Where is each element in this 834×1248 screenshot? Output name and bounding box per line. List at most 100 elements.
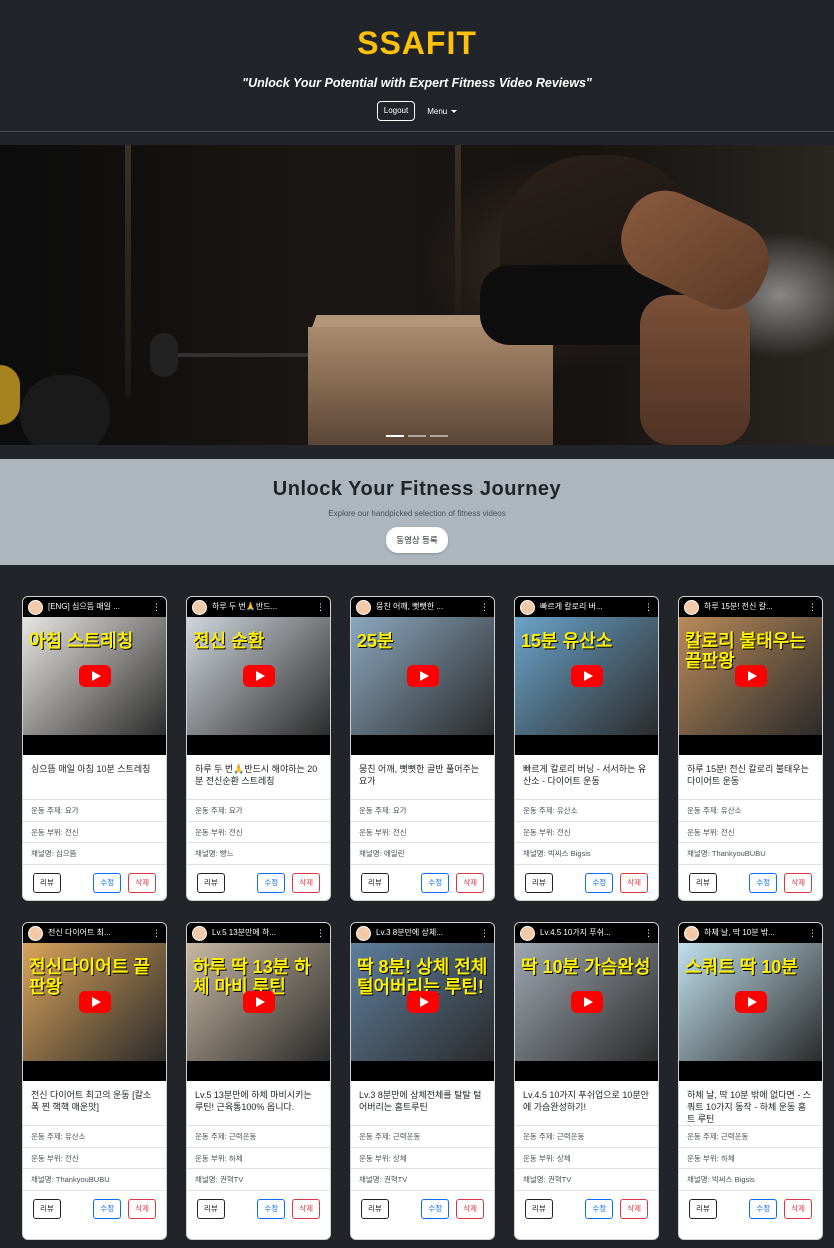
video-card: 하루 딱 13분 하체 마비 루틴 Lv.5 13분만에 하... ⋮ Lv.5… bbox=[186, 922, 331, 1240]
delete-button[interactable]: 삭제 bbox=[292, 872, 320, 893]
more-options-icon[interactable]: ⋮ bbox=[808, 928, 817, 938]
edit-button[interactable]: 수정 bbox=[93, 1198, 122, 1219]
carousel-indicator[interactable] bbox=[408, 435, 426, 437]
more-options-icon[interactable]: ⋮ bbox=[480, 602, 489, 612]
review-button[interactable]: 리뷰 bbox=[361, 872, 389, 893]
video-channel: 채널명: 심으뜸 bbox=[23, 842, 166, 864]
edit-button[interactable]: 수정 bbox=[749, 1198, 778, 1219]
more-options-icon[interactable]: ⋮ bbox=[644, 928, 653, 938]
channel-avatar[interactable] bbox=[520, 599, 535, 615]
video-embed-title[interactable]: Lv.5 13분만에 하... bbox=[212, 928, 311, 938]
video-card: 스쿼트 딱 10분 하체 날, 딱 10분 밖... ⋮ 하체 날, 딱 10분… bbox=[678, 922, 823, 1240]
review-button[interactable]: 리뷰 bbox=[689, 1198, 717, 1219]
video-title: Lv.3 8분만에 상체전체를 탈탈 털어버리는 홈트루틴 bbox=[359, 1090, 482, 1112]
video-embed[interactable]: 딱 8분! 상체 전체 털어버리는 루틴! Lv.3 8분만에 상체... ⋮ bbox=[351, 923, 494, 1081]
more-options-icon[interactable]: ⋮ bbox=[480, 928, 489, 938]
channel-avatar[interactable] bbox=[192, 925, 207, 941]
review-button[interactable]: 리뷰 bbox=[197, 872, 225, 893]
edit-button[interactable]: 수정 bbox=[749, 872, 778, 893]
youtube-play-icon[interactable] bbox=[243, 991, 275, 1013]
youtube-play-icon[interactable] bbox=[571, 991, 603, 1013]
video-embed[interactable]: 전신 순환 하루 두 번🙏반드... ⋮ bbox=[187, 597, 330, 755]
review-button[interactable]: 리뷰 bbox=[525, 1198, 553, 1219]
carousel-indicator[interactable] bbox=[386, 435, 404, 437]
review-button[interactable]: 리뷰 bbox=[525, 872, 553, 893]
youtube-play-icon[interactable] bbox=[735, 991, 767, 1013]
youtube-play-icon[interactable] bbox=[571, 665, 603, 687]
video-embed[interactable]: 아침 스트레칭 [ENG] 심으뜸 매일 ... ⋮ bbox=[23, 597, 166, 755]
review-button[interactable]: 리뷰 bbox=[689, 872, 717, 893]
channel-avatar[interactable] bbox=[356, 925, 371, 941]
video-embed-title[interactable]: 하루 15분! 전신 칼... bbox=[704, 602, 803, 612]
video-embed[interactable]: 칼로리 불태우는 끝판왕 하루 15분! 전신 칼... ⋮ bbox=[679, 597, 822, 755]
review-button[interactable]: 리뷰 bbox=[33, 872, 61, 893]
more-options-icon[interactable]: ⋮ bbox=[316, 928, 325, 938]
video-topic: 운동 주제: 근력운동 bbox=[679, 1125, 822, 1147]
edit-button[interactable]: 수정 bbox=[257, 872, 286, 893]
brand-logo[interactable]: SSAFIT bbox=[0, 24, 834, 62]
video-channel: 채널명: 권혁TV bbox=[187, 1168, 330, 1190]
video-embed[interactable]: 딱 10분 가슴완성 Lv.4.5 10가지 푸쉬... ⋮ bbox=[515, 923, 658, 1081]
edit-button[interactable]: 수정 bbox=[421, 872, 450, 893]
menu-dropdown[interactable]: Menu bbox=[427, 107, 458, 116]
channel-avatar[interactable] bbox=[520, 925, 535, 941]
channel-avatar[interactable] bbox=[28, 599, 43, 615]
review-button[interactable]: 리뷰 bbox=[197, 1198, 225, 1219]
delete-button[interactable]: 삭제 bbox=[128, 872, 156, 893]
more-options-icon[interactable]: ⋮ bbox=[152, 928, 161, 938]
more-options-icon[interactable]: ⋮ bbox=[644, 602, 653, 612]
channel-avatar[interactable] bbox=[684, 925, 699, 941]
top-nav: Logout Menu bbox=[0, 101, 834, 121]
delete-button[interactable]: 삭제 bbox=[784, 872, 812, 893]
video-embed-title[interactable]: 빠르게 칼로리 버... bbox=[540, 602, 639, 612]
delete-button[interactable]: 삭제 bbox=[620, 1198, 648, 1219]
delete-button[interactable]: 삭제 bbox=[784, 1198, 812, 1219]
delete-button[interactable]: 삭제 bbox=[128, 1198, 156, 1219]
carousel-indicator[interactable] bbox=[430, 435, 448, 437]
delete-button[interactable]: 삭제 bbox=[456, 872, 484, 893]
hero-carousel[interactable] bbox=[0, 145, 834, 445]
youtube-play-icon[interactable] bbox=[79, 991, 111, 1013]
youtube-play-icon[interactable] bbox=[407, 665, 439, 687]
channel-avatar[interactable] bbox=[684, 599, 699, 615]
more-options-icon[interactable]: ⋮ bbox=[808, 602, 817, 612]
video-channel: 채널명: 에일린 bbox=[351, 842, 494, 864]
more-options-icon[interactable]: ⋮ bbox=[316, 602, 325, 612]
video-embed[interactable]: 15분 유산소 빠르게 칼로리 버... ⋮ bbox=[515, 597, 658, 755]
video-embed[interactable]: 전신다이어트 끝판왕 전신 다이어트 최... ⋮ bbox=[23, 923, 166, 1081]
video-topbar: 하루 15분! 전신 칼... ⋮ bbox=[679, 597, 822, 617]
register-video-button[interactable]: 동영상 등록 bbox=[386, 527, 448, 553]
channel-avatar[interactable] bbox=[192, 599, 207, 615]
logout-button[interactable]: Logout bbox=[376, 101, 416, 121]
edit-button[interactable]: 수정 bbox=[585, 872, 614, 893]
athlete-leg bbox=[640, 295, 750, 445]
youtube-play-icon[interactable] bbox=[407, 991, 439, 1013]
video-embed[interactable]: 스쿼트 딱 10분 하체 날, 딱 10분 밖... ⋮ bbox=[679, 923, 822, 1081]
video-embed-title[interactable]: 전신 다이어트 최... bbox=[48, 928, 147, 938]
video-embed[interactable]: 25분 뭉친 어깨, 뻣뻣한 ... ⋮ bbox=[351, 597, 494, 755]
review-button[interactable]: 리뷰 bbox=[33, 1198, 61, 1219]
video-embed-title[interactable]: Lv.3 8분만에 상체... bbox=[376, 928, 475, 938]
youtube-play-icon[interactable] bbox=[243, 665, 275, 687]
youtube-play-icon[interactable] bbox=[735, 665, 767, 687]
video-embed-title[interactable]: 뭉친 어깨, 뻣뻣한 ... bbox=[376, 602, 475, 612]
video-title: 빠르게 칼로리 버닝 - 서서하는 유산소 - 다이어트 운동 bbox=[523, 764, 647, 786]
channel-avatar[interactable] bbox=[356, 599, 371, 615]
edit-button[interactable]: 수정 bbox=[421, 1198, 450, 1219]
video-embed-title[interactable]: Lv.4.5 10가지 푸쉬... bbox=[540, 928, 639, 938]
edit-button[interactable]: 수정 bbox=[257, 1198, 286, 1219]
channel-avatar[interactable] bbox=[28, 925, 43, 941]
more-options-icon[interactable]: ⋮ bbox=[152, 602, 161, 612]
review-button[interactable]: 리뷰 bbox=[361, 1198, 389, 1219]
kettlebell-decor bbox=[20, 375, 110, 445]
video-embed-title[interactable]: [ENG] 심으뜸 매일 ... bbox=[48, 602, 147, 612]
delete-button[interactable]: 삭제 bbox=[292, 1198, 320, 1219]
video-embed[interactable]: 하루 딱 13분 하체 마비 루틴 Lv.5 13분만에 하... ⋮ bbox=[187, 923, 330, 1081]
delete-button[interactable]: 삭제 bbox=[620, 872, 648, 893]
video-embed-title[interactable]: 하체 날, 딱 10분 밖... bbox=[704, 928, 803, 938]
video-embed-title[interactable]: 하루 두 번🙏반드... bbox=[212, 602, 311, 612]
edit-button[interactable]: 수정 bbox=[585, 1198, 614, 1219]
edit-button[interactable]: 수정 bbox=[93, 872, 122, 893]
delete-button[interactable]: 삭제 bbox=[456, 1198, 484, 1219]
youtube-play-icon[interactable] bbox=[79, 665, 111, 687]
